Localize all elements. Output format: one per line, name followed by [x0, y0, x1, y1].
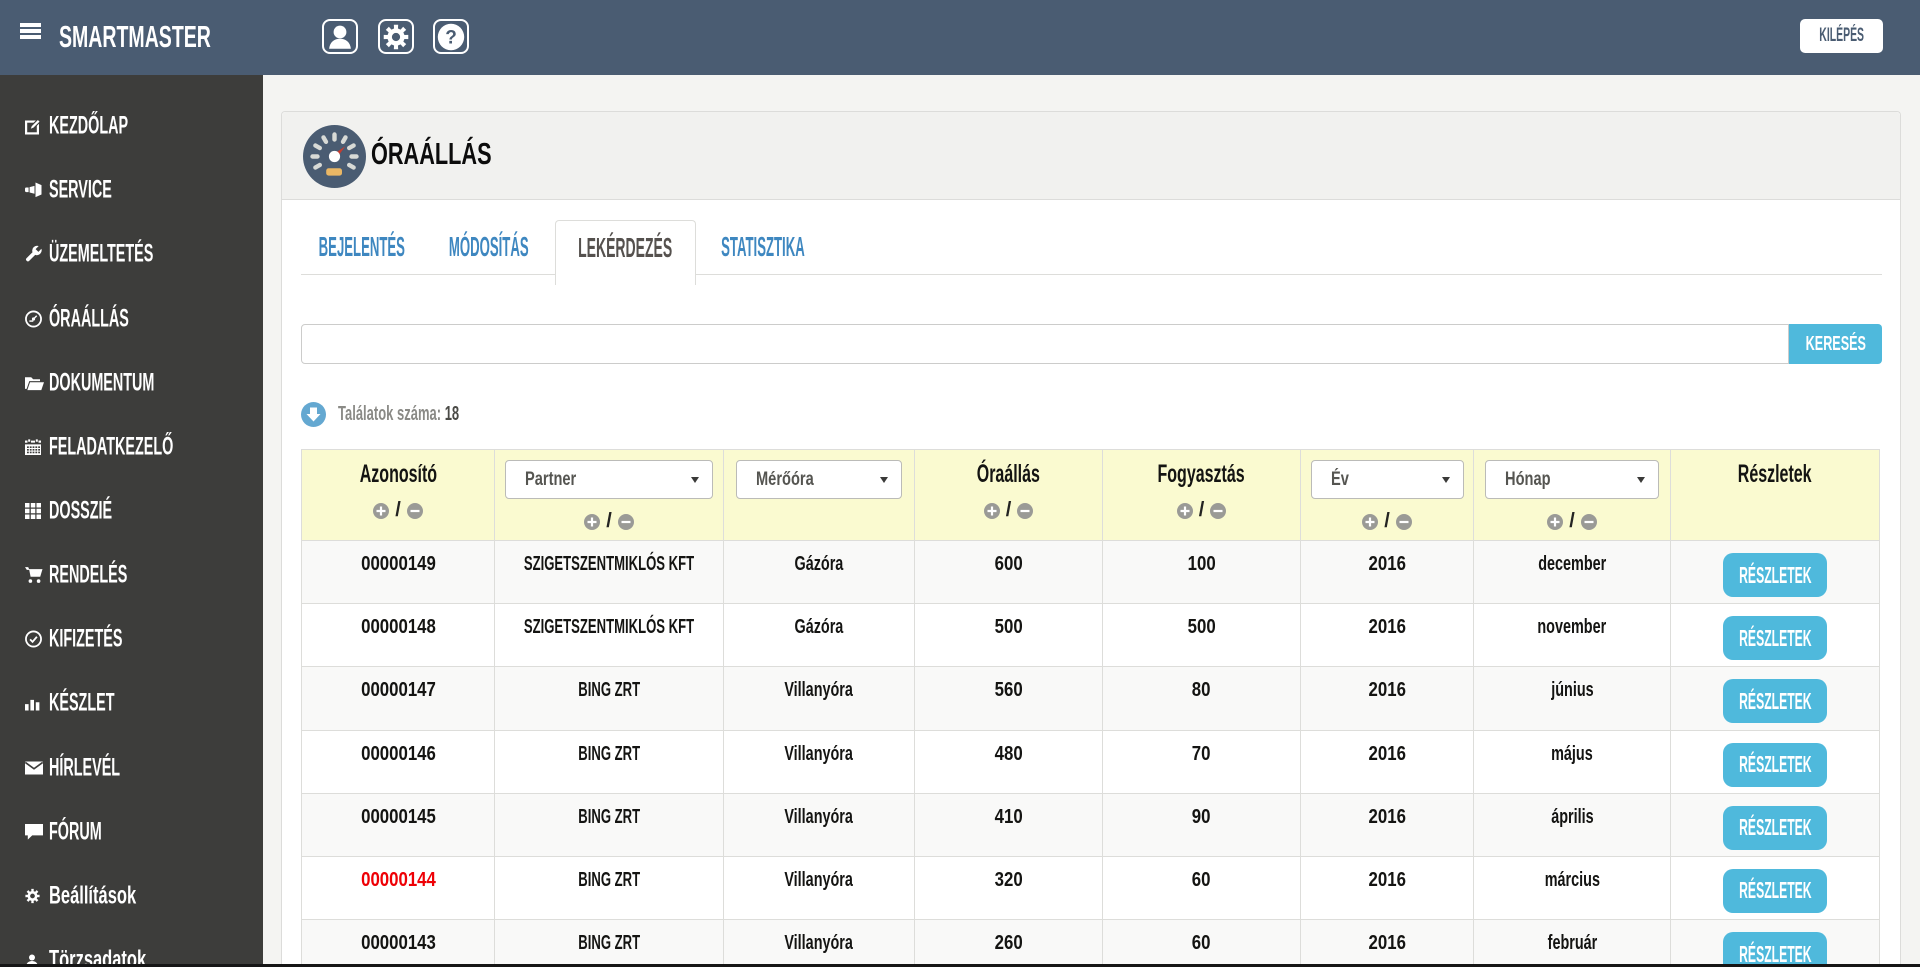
svg-text:?: ? [445, 27, 457, 48]
